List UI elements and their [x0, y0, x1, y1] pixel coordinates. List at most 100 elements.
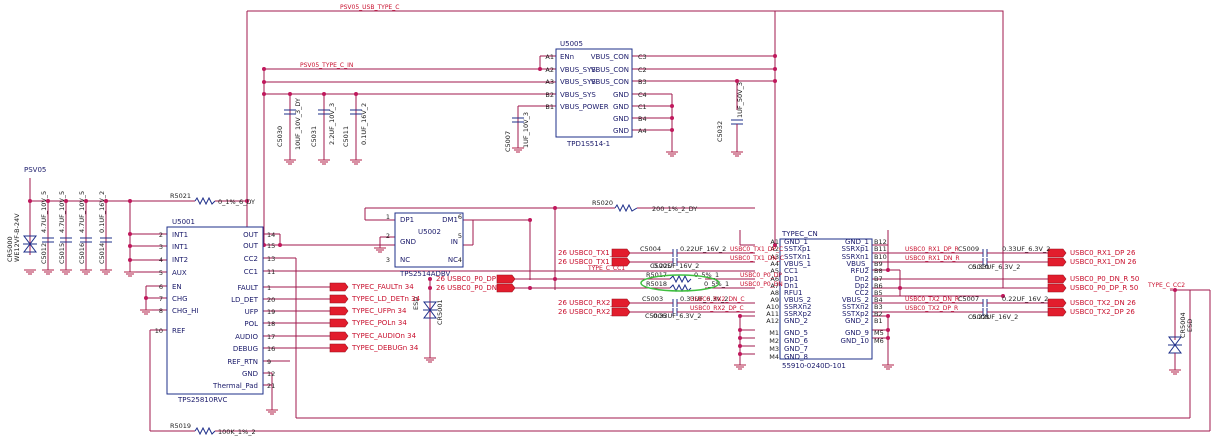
u5001-pin-number: 21 — [267, 382, 275, 390]
u5001-pin-number: 12 — [267, 370, 275, 378]
u5001-pin-name: INT1 — [172, 243, 188, 251]
cap-value: 0.33UF_6.3V_2 — [1002, 245, 1050, 253]
u5001-pin-name: AUX — [172, 269, 187, 277]
u5001-pin-name: Thermal_Pad — [212, 382, 258, 390]
ground-icon — [734, 364, 746, 370]
tag-arrow — [611, 257, 631, 267]
usb2-tag-dp-text: 26 USBC0_P0_DP — [436, 275, 496, 283]
resistor-value: 200_1%_2_DY — [652, 205, 697, 213]
right-ss-tag[interactable]: USBC0_TX2_DN 26 C5007 0.22UF_16V_2 — [958, 295, 1136, 308]
u5001-pin-number: 6 — [159, 283, 163, 291]
resistor-value: 0_5%_1 — [704, 280, 729, 288]
tag-arrow — [329, 294, 349, 304]
ground-icon — [374, 247, 386, 253]
resistor-r5021[interactable]: R5021 0_1%_6_DY — [170, 192, 255, 206]
right-ss-tag[interactable]: USBC0_P0_DP_R 50 — [1047, 283, 1138, 293]
left-ss-tag[interactable]: 26 USBC0_TX1_DN C50050.22UF_16V_2 — [558, 257, 699, 270]
usb2-tag-dp[interactable] — [496, 274, 516, 284]
ground-icon — [124, 271, 136, 277]
u5001-pin-number: 11 — [267, 268, 275, 276]
cap-ref: C5004 — [640, 245, 661, 253]
u5005-pin-number: A1 — [545, 53, 554, 61]
cap-c5014[interactable]: C5014 0.1UF_16V_2 — [98, 191, 112, 264]
cap-c5031[interactable]: C5031 2.2UF_10V_3 — [310, 103, 336, 147]
u5005-pin-number: C2 — [638, 66, 647, 74]
u5002-chip[interactable]: U5002 TPS2514ADBV 1 DP1 6DM12GND5IN3 NC 4NC — [386, 212, 464, 278]
tag-arrow — [1047, 298, 1067, 308]
right-ss-tag[interactable]: USBC0_RX1_DN 26C50100.33UF_6.3V_2 — [968, 257, 1137, 271]
u5002-pin-number: 3 — [386, 256, 390, 264]
u5001-pin-name: POL — [244, 320, 258, 328]
trace-label: USBC0_TX1_DN_C — [730, 255, 784, 262]
cap-ref: C5009 — [958, 245, 979, 253]
u5001-pin-number: 19 — [267, 308, 275, 316]
resistor-r5019[interactable]: R5019 100K_1%_2 — [170, 422, 256, 436]
status-tag[interactable]: TYPEC_FAULTn 34 — [329, 282, 414, 292]
ground-icon — [140, 309, 152, 315]
resistor-ref: R5018 — [646, 280, 667, 288]
u5005-pin-number: B3 — [638, 78, 647, 86]
connector-pin-name: SSTXp1 — [784, 245, 811, 253]
tag-arrow — [1047, 257, 1067, 267]
connector-ref: TYPEC_CN — [781, 230, 818, 238]
u5001-chip[interactable]: U5001 TPS25810RVC 2 INT1 3 INT1 4 INT2 5 AUX 6 EN… — [155, 218, 276, 404]
cap-value: 2.2UF_10V_3 — [328, 103, 336, 145]
usb2-tag-dn-text: 26 USBC0_P0_DN — [436, 284, 497, 292]
cap-c5015[interactable]: C5015 4.7UF_10V_5 — [58, 191, 72, 264]
tag-arrow — [329, 318, 349, 328]
connector-pin-name: GND_7 — [784, 345, 808, 353]
status-tag[interactable]: TYPEC_DEBUGn 34 — [329, 343, 419, 353]
u5005-pin-number: B2 — [545, 91, 554, 99]
cap-ref: C5012 — [40, 243, 48, 264]
cap-ref: C5016 — [78, 243, 86, 264]
cap-c5011[interactable]: C5011 0.1UF_16V_2 — [342, 103, 368, 147]
u5001-pin-name: FAULT — [237, 284, 258, 292]
ground-icon — [350, 159, 362, 165]
u5001-pin-name: INT1 — [172, 231, 188, 239]
esd-cr5000[interactable]: CR5000 WE12VF-B-24V — [6, 213, 37, 262]
status-tag[interactable]: TYPEC_POLn 34 — [329, 318, 407, 328]
connector-pin-number: M6 — [874, 337, 884, 345]
usb2-tag-dn[interactable] — [496, 283, 516, 293]
ground-icon — [266, 409, 278, 415]
right-ss-tag[interactable]: USBC0_RX1_DP 26 C5009 0.33UF_6.3V_2 — [958, 245, 1136, 258]
status-tag[interactable]: TYPEC_AUDIOn 34 — [329, 331, 417, 341]
u5001-pin-number: 8 — [159, 307, 163, 315]
trace-label: USBC0_TX2_DN_R — [905, 296, 959, 303]
status-tag[interactable]: TYPEC_LD_DETn 34 — [329, 294, 421, 304]
u5001-pin-name: INT2 — [172, 256, 188, 264]
u5001-pin-name: REF — [172, 327, 185, 335]
right-ss-tag[interactable]: USBC0_TX2_DP 26C50080.22UF_16V_2 — [968, 307, 1135, 321]
right-ss-tag[interactable]: USBC0_P0_DN_R 50 — [1047, 274, 1139, 284]
u5005-ref: U5005 — [560, 40, 583, 48]
resistor-r5020[interactable]: R5020 200_1%_2_DY — [592, 199, 697, 213]
cap-ref: C5014 — [98, 243, 106, 264]
connector-pin-name: GND_2 — [784, 317, 808, 325]
left-ss-tag[interactable]: 26 USBC0_RX2_DP C50060.33UF_6.3V_2 — [558, 307, 701, 320]
u5002-pin-name: DP1 — [400, 216, 414, 224]
u5001-pin-number: 16 — [267, 345, 275, 353]
u5002-pin-name: DM1 — [442, 216, 458, 224]
u5001-pin-name: DEBUG — [233, 345, 258, 353]
u5001-pin-number: 10 — [155, 327, 163, 335]
typec-connector[interactable]: TYPEC_CN 55910-0240D-101 A1 GND_1A2 SSTXp1… — [766, 230, 886, 370]
u5001-pin-number: 15 — [267, 242, 275, 250]
cap-c5007-top[interactable]: C5007 1UF_10V_3 — [504, 112, 530, 152]
left-ss-tag[interactable]: 26 USBC0_TX1_DP C5004 0.22UF_16V_2 — [558, 245, 726, 258]
cap-c5032[interactable]: C5032 1UF_50V_3 — [716, 82, 744, 152]
cap-c5016[interactable]: C5016 4.7UF_10V_5 — [78, 191, 92, 264]
resistor-value: 100K_1%_2 — [218, 428, 256, 436]
ground-icon — [318, 159, 330, 165]
u5005-chip[interactable]: U5005 TPD1S514-1 A1 ENnA2 VBUS_SYSA3 VBUS_S… — [545, 40, 646, 148]
connector-pin-name: CC1 — [784, 267, 798, 275]
cap-value: 0.22UF_16V_2 — [1002, 295, 1048, 303]
u5005-pin-name: GND — [613, 115, 629, 123]
cap-c5012[interactable]: C5012 4.7UF_10V_5 — [40, 191, 54, 264]
cap-value: 4.7UF_10V_5 — [58, 191, 66, 233]
cap-c5030[interactable]: C5030 10UF_10V_3_DY — [276, 98, 302, 150]
u5005-pin-name: VBUS_POWER — [560, 103, 609, 111]
status-tag[interactable]: TYPEC_UFPn 34 — [329, 306, 407, 316]
tag-arrow — [1047, 248, 1067, 258]
u5005-pin-name: VBUS_CON — [591, 66, 629, 74]
tag-label: TYPEC_UFPn 34 — [351, 307, 407, 315]
